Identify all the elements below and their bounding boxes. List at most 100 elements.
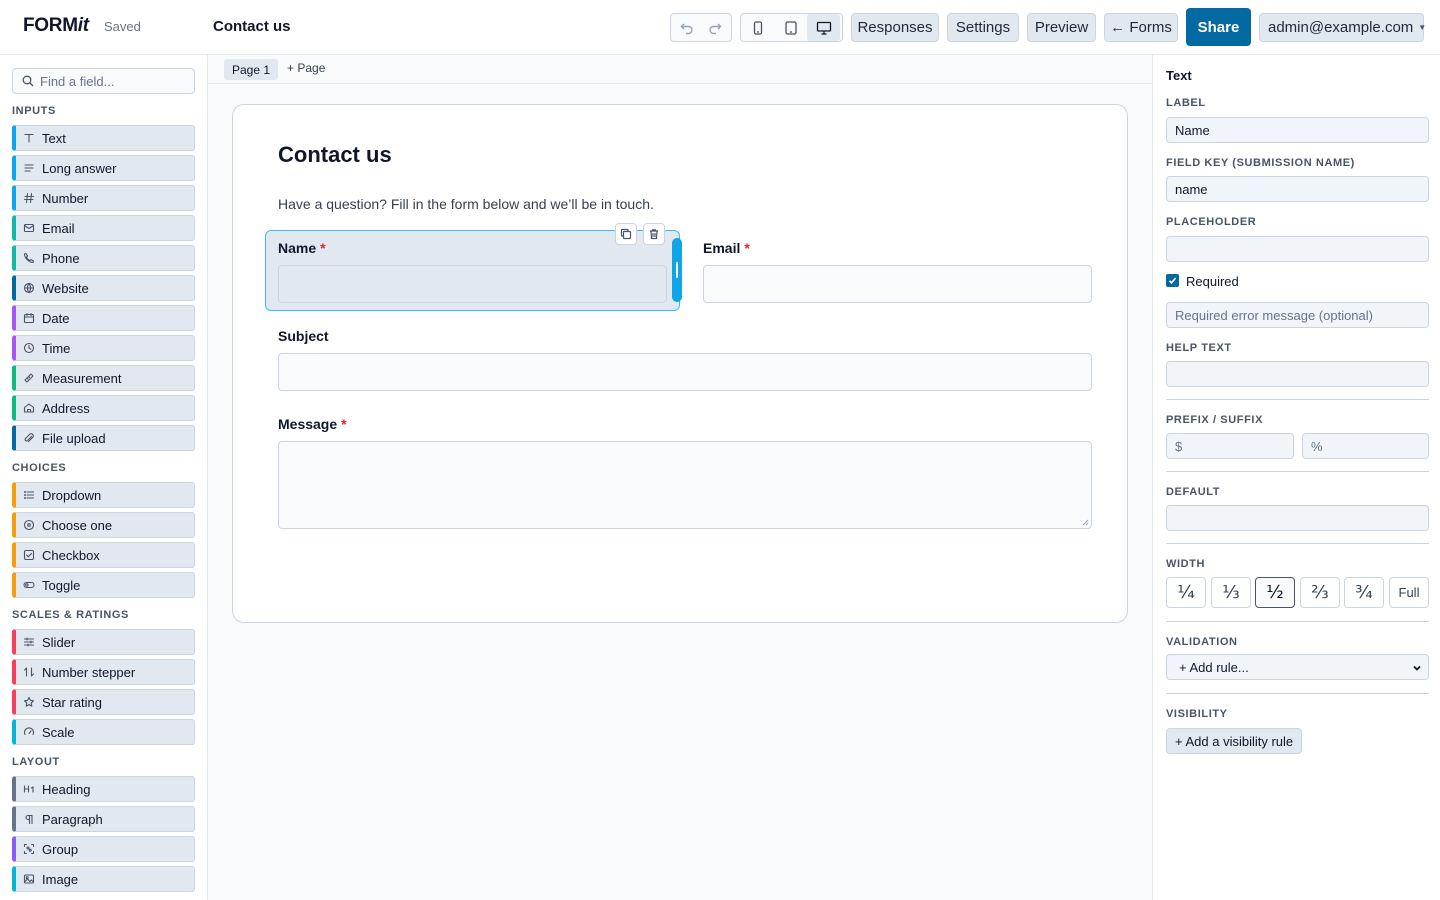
width-option-5[interactable]: ¾ <box>1344 577 1384 608</box>
message-label: Message * <box>278 416 347 432</box>
resize-handle[interactable] <box>672 238 682 302</box>
label-heading: LABEL <box>1166 97 1206 109</box>
palette-item-image[interactable]: Image <box>12 866 195 892</box>
duplicate-icon[interactable] <box>615 223 637 245</box>
heading-icon <box>23 783 35 795</box>
section-heading: INPUTS <box>12 105 56 117</box>
palette-item-email[interactable]: Email <box>12 215 195 241</box>
add-page-button[interactable]: + Page <box>287 61 325 75</box>
palette-item-time[interactable]: Time <box>12 335 195 361</box>
share-button[interactable]: Share <box>1186 8 1251 46</box>
palette-item-group[interactable]: Group <box>12 836 195 862</box>
search-icon <box>22 75 34 87</box>
field-search[interactable] <box>12 68 195 94</box>
help-text-input[interactable] <box>1166 361 1429 387</box>
mobile-view-icon[interactable] <box>741 14 774 41</box>
palette-item-toggle[interactable]: Toggle <box>12 572 195 598</box>
palette-item-label: Paragraph <box>42 811 103 827</box>
palette-item-long-answer[interactable]: Long answer <box>12 155 195 181</box>
width-option-6[interactable]: Full <box>1389 577 1429 608</box>
required-label[interactable]: Required <box>1186 274 1239 289</box>
form-heading[interactable]: Contact us <box>278 142 392 168</box>
desktop-view-icon[interactable] <box>807 14 840 41</box>
palette-item-label: Slider <box>42 634 76 650</box>
device-group <box>740 13 843 42</box>
toggle-icon <box>23 579 35 591</box>
chevron-down-icon: ▼ <box>1418 23 1427 32</box>
email-input[interactable] <box>703 265 1092 303</box>
palette-item-label: Group <box>42 841 79 857</box>
checkbox-icon <box>23 549 35 561</box>
undo-icon[interactable] <box>673 14 701 41</box>
palette-item-choose-one[interactable]: Choose one <box>12 512 195 538</box>
preview-button[interactable]: Preview <box>1027 13 1096 42</box>
trash-icon[interactable] <box>643 223 665 245</box>
brand-logo: FORMit <box>23 15 89 36</box>
pilcrow-icon <box>23 813 35 825</box>
back-to-forms-button[interactable]: ← Forms <box>1104 13 1178 42</box>
palette-item-label: Scale <box>42 724 75 740</box>
width-option-2[interactable]: ⅓ <box>1211 577 1251 608</box>
prefix-input[interactable] <box>1166 433 1294 459</box>
sliders-icon <box>23 636 35 648</box>
text-icon <box>23 132 35 144</box>
palette-item-file-upload[interactable]: File upload <box>12 425 195 451</box>
palette-item-website[interactable]: Website <box>12 275 195 301</box>
divider <box>1166 471 1429 472</box>
user-menu[interactable]: admin@example.com ▼ <box>1259 13 1427 42</box>
palette-item-scale[interactable]: Scale <box>12 719 195 745</box>
width-option-4[interactable]: ⅔ <box>1300 577 1340 608</box>
palette-item-label: Time <box>42 340 71 356</box>
calendar-icon <box>23 312 35 324</box>
hash-icon <box>23 192 35 204</box>
error-message-input[interactable] <box>1166 302 1429 328</box>
message-textarea[interactable] <box>278 441 1092 529</box>
palette-item-phone[interactable]: Phone <box>12 245 195 271</box>
palette-item-number-stepper[interactable]: Number stepper <box>12 659 195 685</box>
default-heading: DEFAULT <box>1166 486 1221 498</box>
validation-select[interactable]: + Add rule... <box>1166 654 1429 680</box>
history-group <box>670 13 732 42</box>
palette-item-text[interactable]: Text <box>12 125 195 151</box>
subject-label: Subject <box>278 328 329 344</box>
default-input[interactable] <box>1166 505 1429 531</box>
form-canvas: Contact us Have a question? Fill in the … <box>232 104 1128 623</box>
palette-item-dropdown[interactable]: Dropdown <box>12 482 195 508</box>
responses-button[interactable]: Responses <box>851 13 939 42</box>
palette-item-star-rating[interactable]: Star rating <box>12 689 195 715</box>
redo-icon[interactable] <box>701 14 729 41</box>
mail-icon <box>23 222 35 234</box>
group-icon <box>23 843 35 855</box>
field-key-input[interactable] <box>1166 176 1429 202</box>
name-input[interactable] <box>278 265 667 303</box>
save-status: Saved <box>104 19 141 34</box>
section-heading: LAYOUT <box>12 756 60 768</box>
tab-page-1[interactable]: Page 1 <box>224 59 279 80</box>
palette-item-date[interactable]: Date <box>12 305 195 331</box>
palette-item-paragraph[interactable]: Paragraph <box>12 806 195 832</box>
palette-item-measurement[interactable]: Measurement <box>12 365 195 391</box>
required-marker: * <box>320 240 326 256</box>
lines-icon <box>23 162 35 174</box>
email-label: Email * <box>703 240 750 256</box>
label-input[interactable] <box>1166 117 1429 143</box>
subject-input[interactable] <box>278 353 1092 391</box>
tablet-view-icon[interactable] <box>774 14 807 41</box>
width-option-3[interactable]: ½ <box>1255 577 1295 608</box>
settings-button[interactable]: Settings <box>947 13 1019 42</box>
suffix-input[interactable] <box>1302 433 1429 459</box>
width-option-1[interactable]: ¼ <box>1166 577 1206 608</box>
palette-item-number[interactable]: Number <box>12 185 195 211</box>
divider <box>1166 399 1429 400</box>
form-description[interactable]: Have a question? Fill in the form below … <box>278 196 654 212</box>
palette-item-slider[interactable]: Slider <box>12 629 195 655</box>
palette-item-checkbox[interactable]: Checkbox <box>12 542 195 568</box>
placeholder-input[interactable] <box>1166 236 1429 262</box>
required-marker: * <box>341 416 347 432</box>
add-visibility-rule-button[interactable]: + Add a visibility rule <box>1166 728 1303 754</box>
palette-item-address[interactable]: Address <box>12 395 195 421</box>
required-checkbox[interactable] <box>1166 274 1179 287</box>
palette-item-heading[interactable]: Heading <box>12 776 195 802</box>
search-input[interactable] <box>40 73 190 89</box>
validation-select-value: + Add rule... <box>1179 659 1249 675</box>
